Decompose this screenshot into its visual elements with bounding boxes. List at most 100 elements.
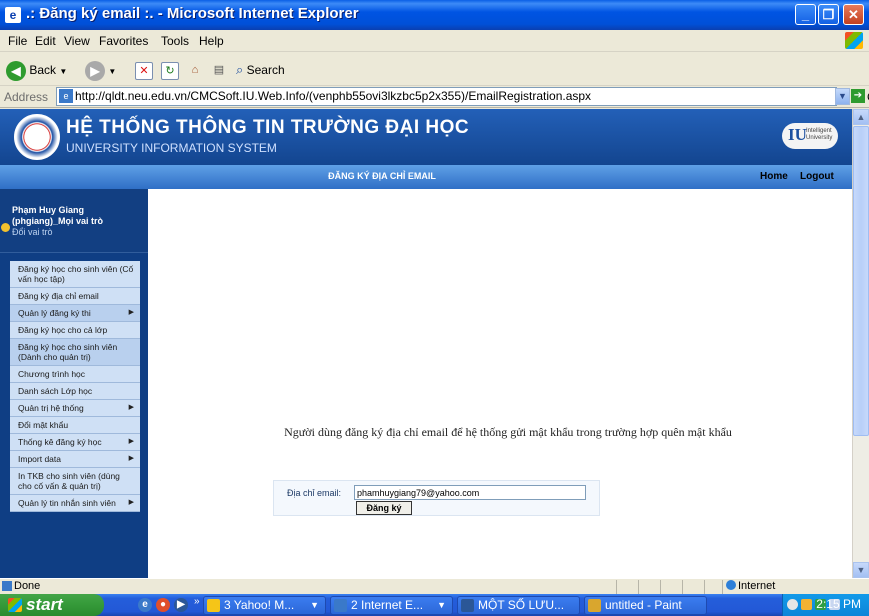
go-arrow-icon[interactable]: ➔ [851,89,865,103]
tray-network-icon[interactable] [787,599,798,610]
scroll-up-icon[interactable]: ▲ [853,109,869,125]
maximize-button[interactable]: ❐ [818,4,839,25]
vertical-scrollbar[interactable]: ▲ ▼ [852,109,869,578]
sidebar-item-label: Import data [18,454,61,464]
change-role-link[interactable]: Đổi vai trò [12,227,146,238]
menu-file[interactable]: File [8,34,27,48]
submenu-arrow-icon: ▶ [128,404,134,411]
system-tray: 2:15 PM [782,594,869,616]
stop-icon: ✕ [135,61,153,80]
sidebar-item-label: Thống kê đăng ký học [18,437,102,447]
email-registration-form: Địa chỉ email: Đăng ký [273,480,600,516]
sidebar-item[interactable]: Quản lý đăng ký thi ▶ [10,305,140,322]
toolbar: ◀ Back ▼ ▶ ▼ ✕ ↻ ⌂ ▤ ⌕ Search [0,53,869,86]
stop-button[interactable]: ✕ [135,59,153,81]
start-button[interactable]: start [0,594,104,616]
iu-logo-letters: IU [788,125,807,144]
sidebar-item-label: Đổi mật khẩu [18,420,69,430]
sidebar-item-label: Đăng ký học cho sinh viên (Dành cho quản… [18,342,118,362]
task-word-document[interactable]: MỘT SỐ LƯU... [457,596,580,615]
status-divider [704,580,705,594]
sidebar-item[interactable]: Đăng ký học cho sinh viên (Dành cho quản… [10,339,140,366]
site-subtitle: UNIVERSITY INFORMATION SYSTEM [66,141,277,155]
menu-bar: File Edit View Favorites Tools Help [0,30,869,52]
address-dropdown-icon[interactable]: ▼ [835,88,850,105]
forward-button[interactable]: ▶ ▼ [85,59,116,81]
page-icon: e [59,89,73,103]
home-link[interactable]: Home [760,171,788,182]
sidebar-item[interactable]: Đăng ký học cho sinh viên (Cố vấn học tậ… [10,261,140,288]
sidebar-item[interactable]: Import data ▶ [10,451,140,468]
iu-logo-text: Intelligent University [806,128,833,141]
search-label: Search [246,63,285,77]
task-internet-explorer[interactable]: 2 Internet E... ▼ [330,596,453,615]
user-panel: Phạm Huy Giang (phgiang)_Mọi vai trò Đổi… [0,189,148,253]
email-field[interactable] [354,485,586,500]
quicklaunch-overflow-icon[interactable]: » [194,596,200,607]
ie-task-icon [334,599,347,612]
back-button[interactable]: ◀ Back ▼ [6,59,67,81]
submenu-arrow-icon: ▶ [128,499,134,506]
sidebar-item[interactable]: Quản lý tin nhắn sinh viên ▶ [10,495,140,512]
windows-flag-icon [845,32,863,49]
back-arrow-icon: ◀ [6,60,26,81]
task-group-arrow-icon: ▼ [437,600,446,610]
sidebar-item[interactable]: Quản trị hệ thống ▶ [10,400,140,417]
address-bar: Address e http://qldt.neu.edu.vn/CMCSoft… [0,86,869,108]
clock: 2:15 PM [816,597,861,611]
sidebar-item-label: Đăng ký học cho cả lớp [18,325,108,335]
site-title: HỆ THỐNG THÔNG TIN TRƯỜNG ĐẠI HỌC [66,117,470,138]
word-document-icon [461,599,474,612]
task-yahoo[interactable]: 3 Yahoo! M... ▼ [203,596,326,615]
sidebar-item[interactable]: Danh sách Lớp học [10,383,140,400]
paint-icon [588,599,601,612]
scroll-down-icon[interactable]: ▼ [853,562,869,578]
task-paint[interactable]: untitled - Paint [584,596,707,615]
print-button[interactable]: ▤ [210,59,228,81]
sidebar-item[interactable]: In TKB cho sinh viên (dùng cho cố vấn & … [10,468,140,495]
windows-logo-icon [8,598,22,612]
sidebar-item[interactable]: Chương trình học [10,366,140,383]
tray-yahoo-icon[interactable] [801,599,812,610]
title-bar[interactable]: e .: Đăng ký email :. - Microsoft Intern… [0,0,869,30]
sidebar-item[interactable]: Đổi mật khẩu [10,417,140,434]
minimize-button[interactable]: _ [795,4,816,25]
sidebar-item-label: Quản lý tin nhắn sinh viên [18,498,116,508]
menu-tools[interactable]: Tools [161,34,189,48]
close-button[interactable]: ✕ [843,4,864,25]
firefox-quicklaunch-icon[interactable]: ● [156,598,170,612]
university-seal-logo [14,114,60,160]
task-label: untitled - Paint [605,598,682,612]
address-input[interactable]: e http://qldt.neu.edu.vn/CMCSoft.IU.Web.… [56,87,837,106]
search-button[interactable]: ⌕ Search [236,59,285,81]
task-label: 3 Yahoo! M... [224,598,295,612]
forward-arrow-icon: ▶ [85,60,105,81]
address-url: http://qldt.neu.edu.vn/CMCSoft.IU.Web.In… [75,89,592,103]
logout-link[interactable]: Logout [800,171,834,182]
page-viewport: HỆ THỐNG THÔNG TIN TRƯỜNG ĐẠI HỌC UNIVER… [0,109,852,578]
sidebar-item-label: Đăng ký học cho sinh viên (Cố vấn học tậ… [18,264,134,284]
sidebar-menu: Đăng ký học cho sinh viên (Cố vấn học tậ… [10,261,140,512]
sidebar-item[interactable]: Đăng ký địa chỉ email [10,288,140,305]
sidebar-item[interactable]: Đăng ký học cho cả lớp [10,322,140,339]
status-divider [638,580,639,594]
menu-favorites[interactable]: Favorites [99,34,148,48]
menu-view[interactable]: View [64,34,90,48]
page-done-icon [2,581,12,591]
taskbar: start e ● ▶ » 3 Yahoo! M... ▼ 2 Internet… [0,594,869,616]
media-quicklaunch-icon[interactable]: ▶ [174,598,188,612]
sidebar-item-label: Danh sách Lớp học [18,386,93,396]
menu-help[interactable]: Help [199,34,224,48]
security-zone: Internet [726,580,775,592]
sidebar-item-label: Đăng ký địa chỉ email [18,291,99,301]
left-sidebar: Phạm Huy Giang (phgiang)_Mọi vai trò Đổi… [0,189,148,578]
home-button[interactable]: ⌂ [186,59,204,81]
ie-quicklaunch-icon[interactable]: e [138,598,152,612]
task-label: MỘT SỐ LƯU... [478,598,565,612]
sidebar-item[interactable]: Thống kê đăng ký học ▶ [10,434,140,451]
intelligent-university-logo: IU Intelligent University [782,123,838,149]
register-button[interactable]: Đăng ký [356,501,412,515]
scroll-thumb[interactable] [853,126,869,436]
refresh-button[interactable]: ↻ [161,59,179,81]
menu-edit[interactable]: Edit [35,34,56,48]
